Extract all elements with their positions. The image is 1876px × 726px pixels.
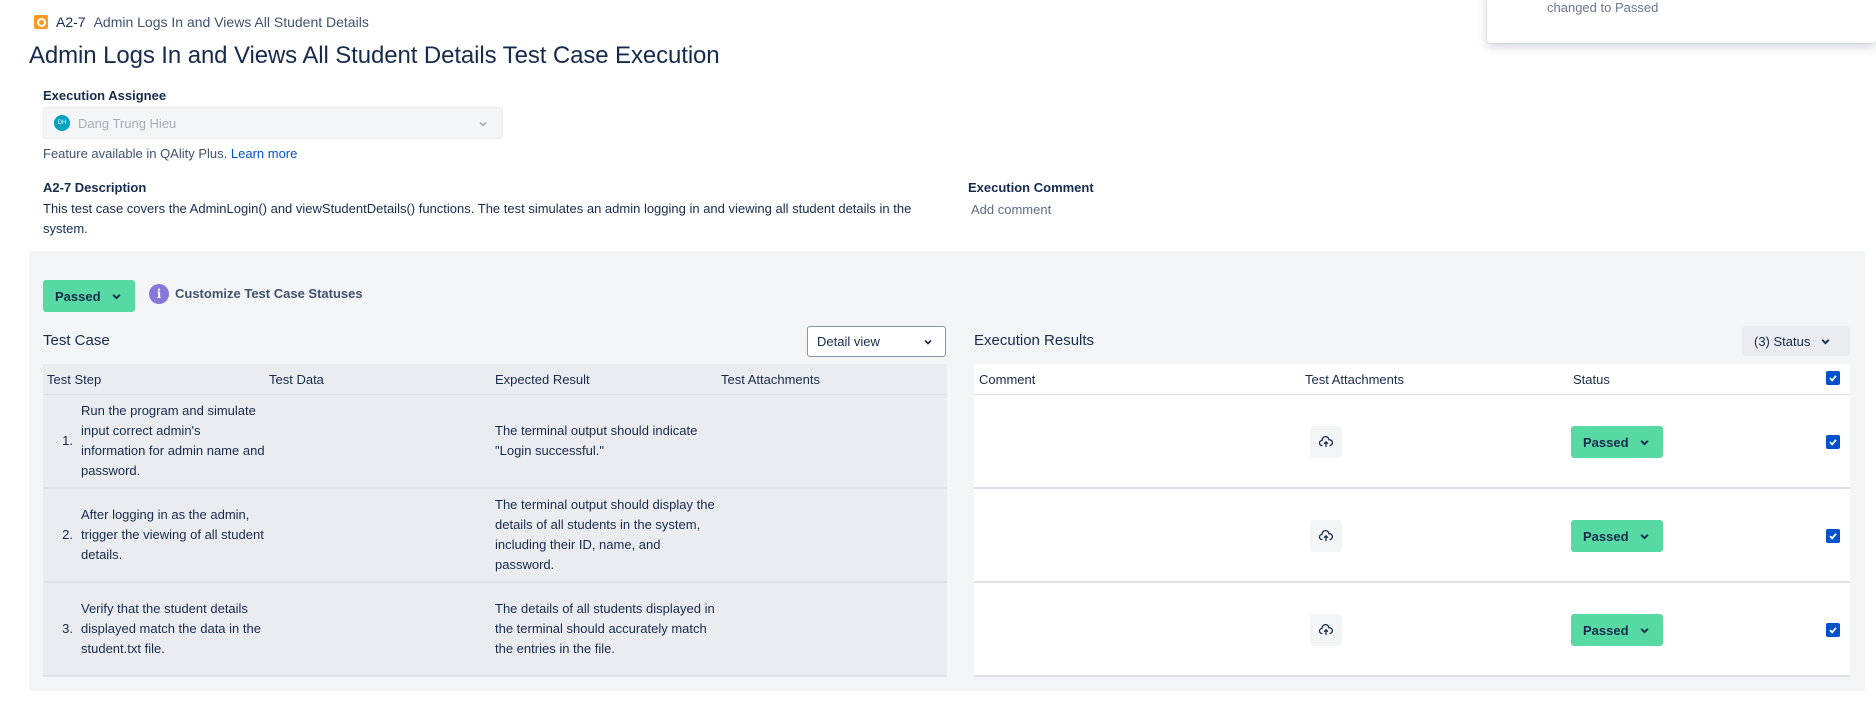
execution-results-title: Execution Results (974, 332, 1095, 349)
row-status-dropdown[interactable]: Passed (1571, 520, 1663, 552)
result-row: Passed (974, 489, 1850, 583)
attachments-cell (717, 395, 947, 487)
cloud-upload-icon (1319, 530, 1333, 541)
breadcrumb-issue-key[interactable]: A2-7 (56, 14, 86, 30)
view-mode-select[interactable]: Detail view (807, 326, 946, 357)
chevron-down-icon (479, 121, 487, 127)
column-header: Test Attachments (721, 372, 820, 387)
row-status-label: Passed (1583, 434, 1629, 450)
feature-note: Feature available in QAlity Plus. Learn … (43, 146, 297, 161)
attachments-cell (717, 489, 947, 581)
execution-status-dropdown[interactable]: Passed (43, 280, 135, 312)
execution-results-table: Comment Test Attachments Status Passed P… (974, 364, 1850, 677)
page-title: Admin Logs In and Views All Student Deta… (29, 42, 720, 69)
column-header: Comment (979, 372, 1036, 387)
customize-statuses-link[interactable]: Customize Test Case Statuses (175, 286, 363, 301)
feature-note-text: Feature available in QAlity Plus. (43, 146, 228, 161)
notification-toast: changed to Passed (1487, 0, 1876, 43)
result-row: Passed (974, 583, 1850, 677)
step-text: After logging in as the admin, trigger t… (81, 507, 264, 562)
test-data-cell (265, 489, 491, 581)
chevron-down-icon (1640, 533, 1649, 540)
upload-attachment-button[interactable] (1310, 426, 1342, 458)
column-header: Test Data (269, 372, 324, 387)
result-row: Passed (974, 395, 1850, 489)
chevron-down-icon (924, 339, 932, 345)
info-icon[interactable]: i (149, 284, 169, 304)
row-checkbox[interactable] (1826, 529, 1840, 543)
test-case-table: Test Step Test Data Expected Result Test… (43, 364, 947, 677)
assignee-label: Execution Assignee (43, 88, 167, 103)
step-number: 1. (62, 433, 73, 448)
column-header: Test Step (47, 372, 102, 387)
checkmark-icon (1829, 533, 1837, 540)
breadcrumb: A2-7 Admin Logs In and Views All Student… (34, 14, 369, 30)
view-mode-value: Detail view (817, 334, 880, 349)
select-all-checkbox[interactable] (1826, 371, 1840, 385)
chevron-down-icon (1640, 627, 1649, 634)
status-filter-label: (3) Status (1754, 333, 1811, 349)
description-title: A2-7 Description (43, 180, 147, 195)
execution-comment-title: Execution Comment (968, 180, 1094, 195)
description-body: This test case covers the AdminLogin() a… (43, 201, 912, 236)
column-header: Expected Result (495, 372, 590, 387)
test-case-title: Test Case (43, 332, 110, 349)
row-checkbox[interactable] (1826, 435, 1840, 449)
status-filter-button[interactable]: (3) Status (1742, 326, 1850, 356)
add-comment-field[interactable]: Add comment (971, 202, 1051, 217)
row-checkbox[interactable] (1826, 623, 1840, 637)
chevron-down-icon (1640, 439, 1649, 446)
step-number: 3. (62, 621, 73, 636)
upload-attachment-button[interactable] (1310, 614, 1342, 646)
table-row: 2. After logging in as the admin, trigge… (43, 489, 947, 583)
expected-result: The terminal output should display the d… (495, 497, 715, 572)
cloud-upload-icon (1319, 436, 1333, 447)
upload-attachment-button[interactable] (1310, 520, 1342, 552)
table-header: Test Step Test Data Expected Result Test… (43, 364, 947, 395)
learn-more-link[interactable]: Learn more (231, 146, 297, 161)
checkmark-icon (1829, 439, 1837, 446)
execution-status-label: Passed (55, 288, 101, 304)
assignee-name: Dang Trung Hieu (78, 115, 177, 131)
test-data-cell (265, 395, 491, 487)
avatar: DH (54, 115, 70, 131)
table-header: Comment Test Attachments Status (974, 364, 1850, 395)
test-data-cell (265, 583, 491, 675)
checkmark-icon (1829, 375, 1837, 382)
row-status-label: Passed (1583, 622, 1629, 638)
assignee-select[interactable]: DH Dang Trung Hieu (43, 107, 503, 139)
expected-result: The details of all students displayed in… (495, 601, 715, 656)
test-case-type-icon (34, 15, 48, 29)
chevron-down-icon (1821, 338, 1830, 345)
expected-result: The terminal output should indicate "Log… (495, 423, 698, 458)
row-status-dropdown[interactable]: Passed (1571, 426, 1663, 458)
step-text: Verify that the student details displaye… (81, 601, 261, 656)
column-header: Test Attachments (1305, 372, 1404, 387)
step-number: 2. (62, 527, 73, 542)
step-text: Run the program and simulate input corre… (81, 403, 265, 478)
checkmark-icon (1829, 627, 1837, 634)
column-header: Status (1573, 372, 1610, 387)
chevron-down-icon (112, 293, 121, 300)
table-row: 3. Verify that the student details displ… (43, 583, 947, 677)
cloud-upload-icon (1319, 624, 1333, 635)
notification-text: changed to Passed (1547, 0, 1659, 15)
breadcrumb-issue-title[interactable]: Admin Logs In and Views All Student Deta… (94, 14, 369, 30)
table-row: 1. Run the program and simulate input co… (43, 395, 947, 489)
attachments-cell (717, 583, 947, 675)
row-status-label: Passed (1583, 528, 1629, 544)
row-status-dropdown[interactable]: Passed (1571, 614, 1663, 646)
